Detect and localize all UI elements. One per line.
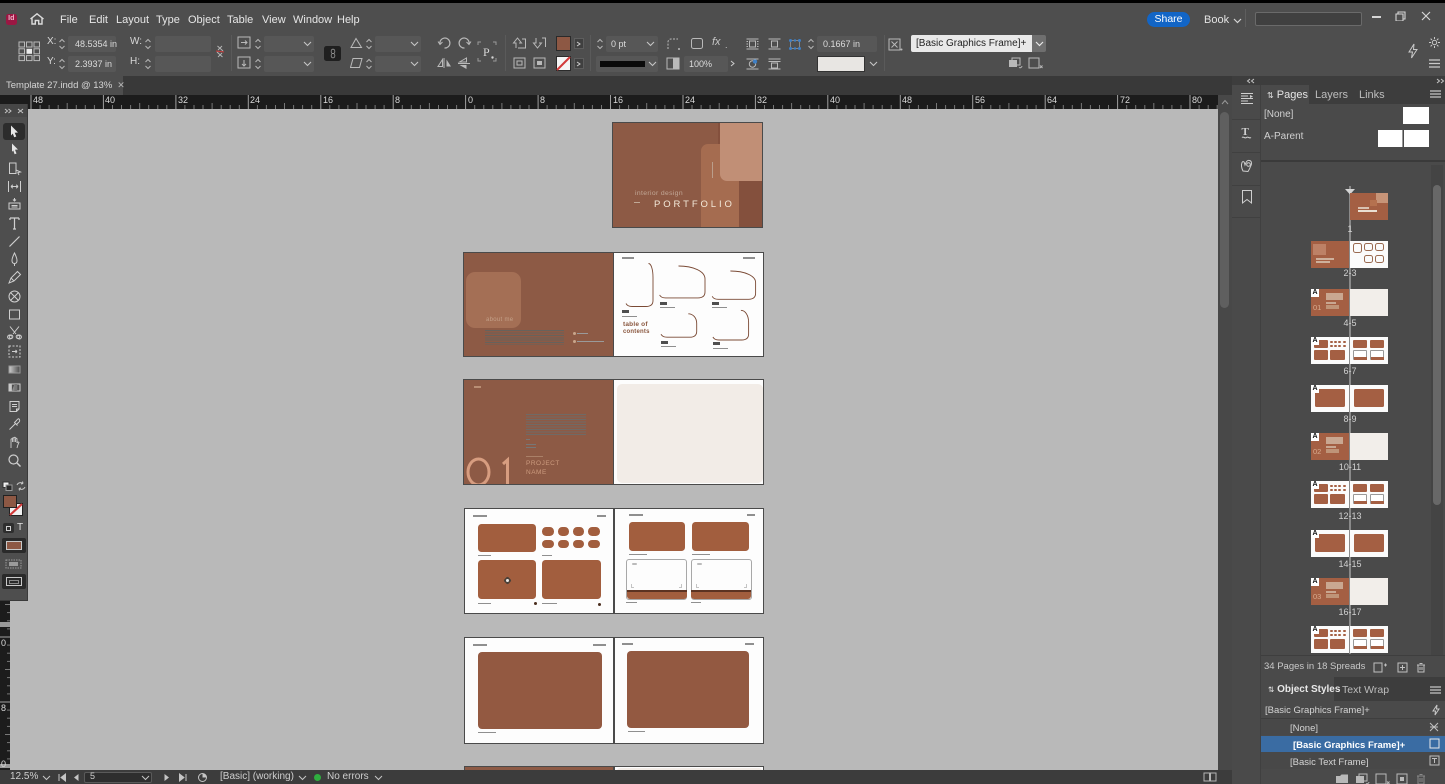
svg-text:P: P bbox=[483, 45, 490, 59]
svg-text:T: T bbox=[1242, 126, 1250, 138]
